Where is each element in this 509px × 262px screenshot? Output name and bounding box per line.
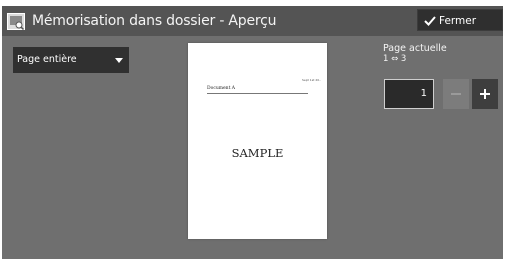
close-button-label: Fermer	[439, 15, 477, 27]
preview-doc-rule	[207, 93, 308, 94]
preview-doc-date: Sept 1st 20..	[302, 78, 322, 82]
minus-icon	[451, 93, 461, 95]
current-page-field[interactable]: 1	[384, 79, 434, 109]
previous-page-button[interactable]	[443, 79, 469, 109]
title-bar: Mémorisation dans dossier - Aperçu Ferme…	[2, 6, 503, 36]
page-range: 1 ⇔ 3	[383, 54, 407, 64]
next-page-button[interactable]	[472, 79, 498, 109]
document-store-icon	[7, 13, 25, 30]
plus-icon	[480, 89, 490, 99]
window-title: Mémorisation dans dossier - Aperçu	[32, 13, 277, 29]
view-mode-value: Page entière	[17, 54, 77, 65]
dropdown-caret-icon	[115, 58, 123, 63]
close-button[interactable]: Fermer	[417, 9, 503, 31]
preview-screen: Mémorisation dans dossier - Aperçu Ferme…	[2, 6, 503, 259]
checkmark-icon	[424, 16, 436, 26]
view-mode-select[interactable]: Page entière	[13, 47, 129, 73]
current-page-label: Page actuelle	[383, 43, 447, 54]
preview-doc-heading: Document A	[207, 86, 236, 91]
page-preview: Sept 1st 20.. Document A SAMPLE	[188, 43, 327, 239]
preview-watermark: SAMPLE	[231, 146, 284, 160]
